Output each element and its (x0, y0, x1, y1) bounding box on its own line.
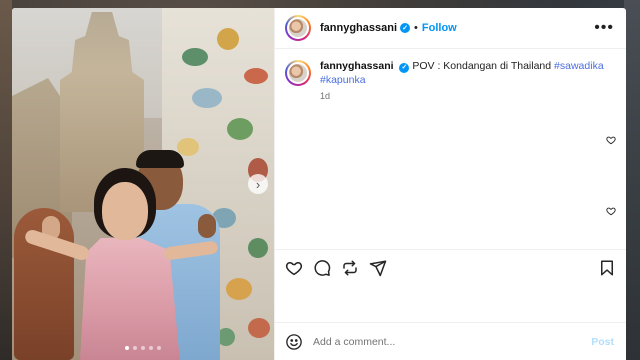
comment-box: Post (275, 323, 626, 360)
emoji-icon[interactable] (285, 333, 303, 351)
carousel-dot (133, 346, 137, 350)
hashtag-link[interactable]: #kapunka (320, 74, 366, 86)
comment-input[interactable] (313, 335, 592, 348)
bookmark-icon[interactable] (598, 259, 616, 277)
username-link[interactable]: fannyghassani (320, 22, 397, 34)
heart-icon[interactable] (285, 259, 303, 277)
carousel-next-button[interactable]: › (248, 174, 268, 194)
share-icon[interactable] (341, 259, 359, 277)
comments-section[interactable]: fannyghassani ✓ POV : Kondangan di Thail… (275, 49, 626, 249)
separator-dot: • (414, 22, 418, 34)
hashtag-link[interactable]: #sawadika (554, 60, 604, 72)
post-header: fannyghassani ✓ • Follow ••• (275, 8, 626, 49)
backdrop-left (0, 0, 12, 360)
verified-icon: ✓ (400, 23, 411, 33)
avatar[interactable] (285, 15, 311, 41)
caption-username[interactable]: fannyghassani (320, 60, 394, 72)
post-button[interactable]: Post (591, 336, 614, 348)
post-time[interactable]: 1d (320, 91, 614, 101)
comment-icon[interactable] (313, 259, 331, 277)
post-photo[interactable]: › (12, 8, 274, 360)
carousel-dot (157, 346, 161, 350)
caption-text: POV : Kondangan di Thailand (412, 60, 552, 72)
carousel-dot (141, 346, 145, 350)
carousel-dot (125, 346, 129, 350)
verified-icon: ✓ (399, 63, 410, 73)
carousel-dots (12, 346, 274, 350)
action-bar (275, 249, 626, 285)
post-modal: › fannyghassani ✓ • Follow ••• fannyghas… (12, 8, 626, 360)
backdrop-right (624, 0, 640, 360)
follow-button[interactable]: Follow (422, 22, 457, 34)
caption: fannyghassani ✓ POV : Kondangan di Thail… (285, 59, 614, 87)
comment-like-icon[interactable] (606, 135, 616, 145)
send-icon[interactable] (369, 259, 387, 277)
likes-area (275, 285, 626, 323)
carousel-dot (149, 346, 153, 350)
more-options-icon[interactable]: ••• (594, 20, 614, 36)
comment-like-icon[interactable] (606, 206, 616, 216)
post-panel: fannyghassani ✓ • Follow ••• fannyghassa… (274, 8, 626, 360)
caption-avatar[interactable] (285, 60, 311, 86)
